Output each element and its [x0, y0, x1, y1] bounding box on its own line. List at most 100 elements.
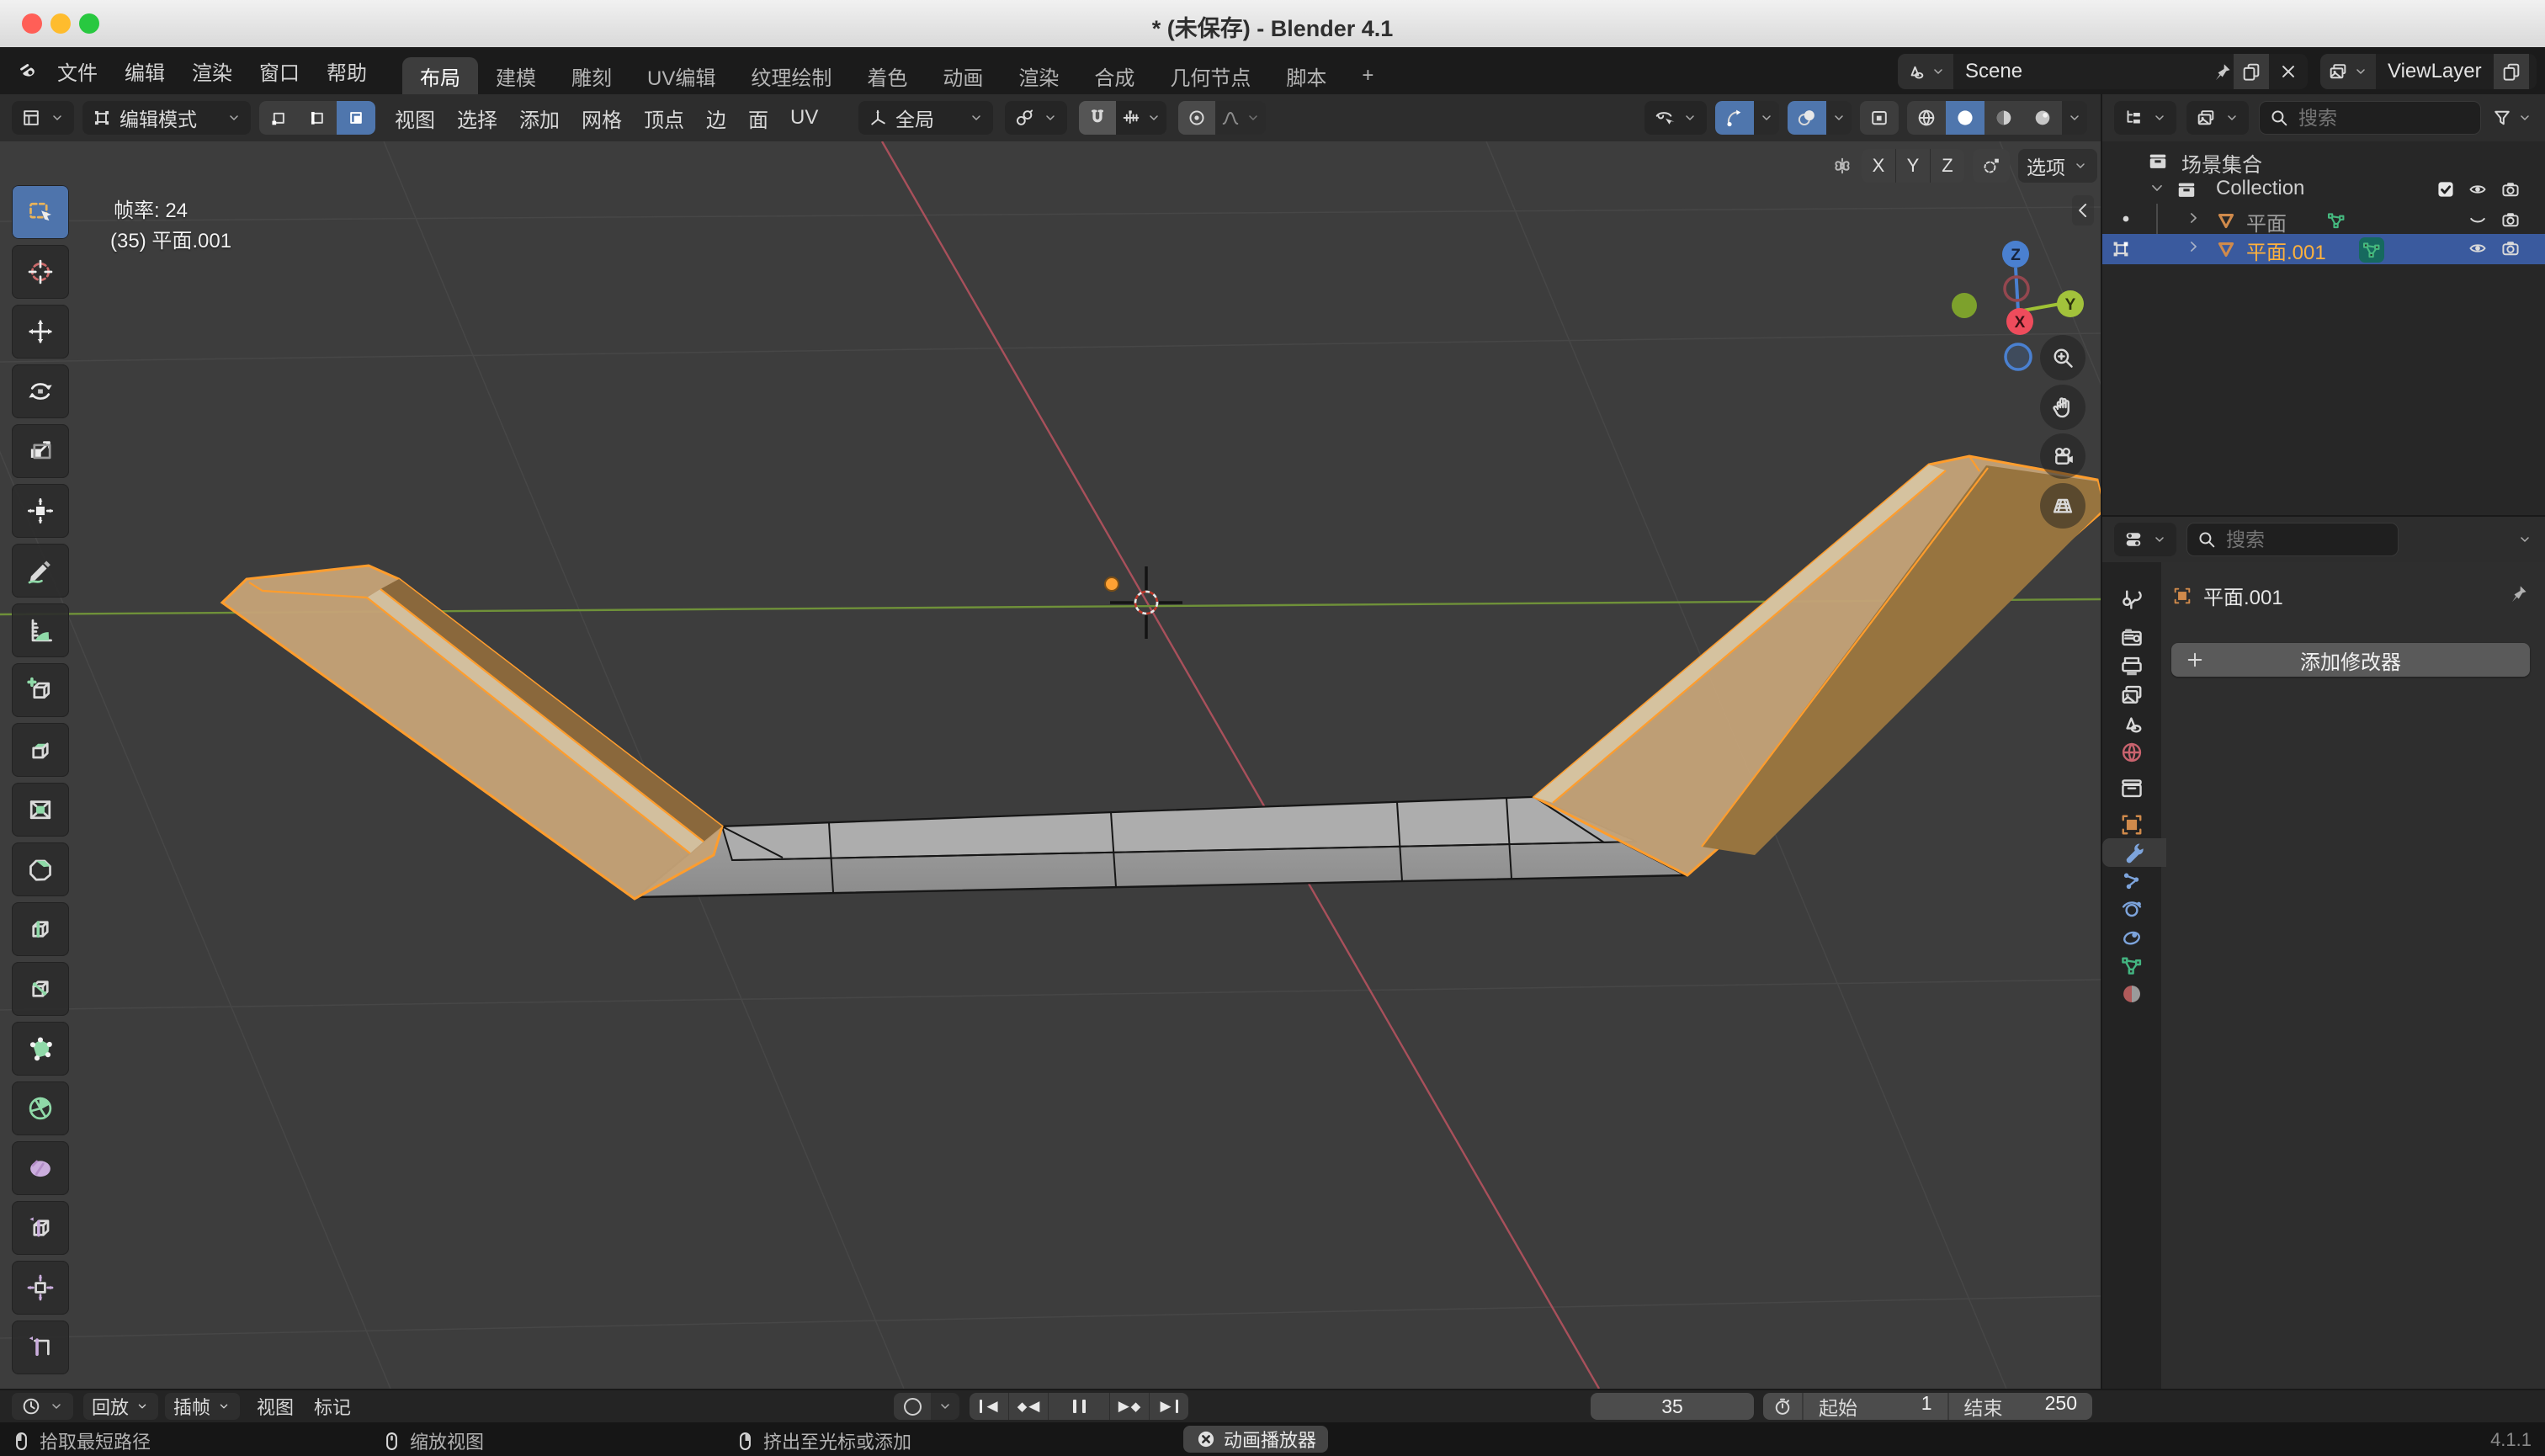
- breadcrumb-object-name[interactable]: 平面.001: [2203, 581, 2283, 610]
- pan-button[interactable]: [2040, 385, 2085, 430]
- outliner-search[interactable]: [2259, 101, 2481, 135]
- workspace-tab-脚本[interactable]: 脚本: [1268, 57, 1344, 94]
- workspace-tab-纹理绘制[interactable]: 纹理绘制: [733, 57, 849, 94]
- current-frame-field[interactable]: 35: [1591, 1393, 1754, 1420]
- copy-scene-icon[interactable]: [2240, 61, 2262, 82]
- mirror-x-button[interactable]: X: [1862, 149, 1896, 183]
- properties-tab-output[interactable]: [2102, 652, 2161, 681]
- viewport-menu-视图[interactable]: 视图: [384, 104, 446, 133]
- properties-tab-physics[interactable]: [2102, 895, 2161, 923]
- properties-tab-object[interactable]: [2102, 810, 2161, 839]
- falloff-dropdown[interactable]: [1215, 101, 1266, 135]
- disclosure-right-icon[interactable]: [2184, 237, 2202, 256]
- outliner-item-label[interactable]: 平面: [2246, 207, 2287, 236]
- measure-tool-button[interactable]: [12, 603, 69, 657]
- mesh-right-wing-selected[interactable]: [1534, 456, 2101, 875]
- mirror-z-button[interactable]: Z: [1931, 149, 1964, 183]
- properties-tab-tool[interactable]: [2102, 586, 2161, 614]
- viewport-menu-网格[interactable]: 网格: [571, 104, 633, 133]
- overlays-dropdown[interactable]: [1826, 101, 1852, 135]
- outliner-item-label[interactable]: 平面.001: [2246, 236, 2326, 265]
- scene-selector[interactable]: Scene: [1898, 54, 2308, 89]
- outliner-editor-type-button[interactable]: [2114, 101, 2176, 135]
- properties-tab-constraints[interactable]: [2102, 922, 2161, 951]
- timeline-editor-type-button[interactable]: [12, 1393, 73, 1420]
- properties-tab-particles[interactable]: [2102, 867, 2161, 895]
- pin-data-icon[interactable]: [2508, 582, 2530, 604]
- outliner-row-平面.001[interactable]: 平面.001: [2102, 234, 2545, 264]
- menu-窗口[interactable]: 窗口: [246, 56, 313, 86]
- smooth-tool-button[interactable]: [12, 1141, 69, 1195]
- properties-tab-scene[interactable]: [2102, 709, 2161, 738]
- snap-toggle-button[interactable]: [1079, 101, 1116, 135]
- outliner-display-mode-button[interactable]: [2186, 101, 2249, 135]
- mesh-left-wing-selected[interactable]: [222, 566, 722, 899]
- workspace-tab-建模[interactable]: 建模: [478, 57, 554, 94]
- viewlayer-selector[interactable]: ViewLayer: [2320, 54, 2537, 89]
- mesh-center-slab[interactable]: [636, 797, 1686, 897]
- disclosure-down-icon[interactable]: [2148, 178, 2166, 197]
- bevel-tool-button[interactable]: [12, 842, 69, 896]
- previous-keyframe-button[interactable]: ◆◀: [1009, 1393, 1049, 1420]
- properties-tab-view-layer[interactable]: [2102, 681, 2161, 709]
- gizmo-negy-axis[interactable]: [1952, 293, 1977, 318]
- workspace-tab-合成[interactable]: 合成: [1076, 57, 1152, 94]
- viewport-menu-UV[interactable]: UV: [779, 106, 829, 130]
- blender-logo-icon[interactable]: [17, 60, 39, 82]
- workspace-tab-动画[interactable]: 动画: [925, 57, 1001, 94]
- knife-tool-button[interactable]: [12, 962, 69, 1016]
- 3d-viewport[interactable]: 帧率: 24 (35) 平面.001 XYZ 选项 Z X Y: [0, 141, 2101, 1389]
- cursor-tool-button[interactable]: [12, 245, 69, 299]
- select-box-tool-button[interactable]: [12, 185, 69, 239]
- chevron-down-icon[interactable]: [2516, 531, 2533, 548]
- extrude-region-tool-button[interactable]: [12, 723, 69, 777]
- menu-帮助[interactable]: 帮助: [313, 56, 380, 86]
- camera-icon[interactable]: [2500, 209, 2521, 231]
- properties-tab-material[interactable]: [2102, 980, 2161, 1008]
- outliner-search-input[interactable]: [2297, 106, 2426, 130]
- mode-dropdown[interactable]: 编辑模式: [82, 101, 251, 135]
- menu-文件[interactable]: 文件: [44, 56, 111, 86]
- camera-icon[interactable]: [2500, 237, 2521, 259]
- viewport-menu-选择[interactable]: 选择: [446, 104, 508, 133]
- eye-icon[interactable]: [2467, 178, 2489, 200]
- shading-dropdown[interactable]: [2062, 101, 2087, 135]
- pivot-point-dropdown[interactable]: [1005, 101, 1067, 135]
- auto-keying-button[interactable]: [894, 1393, 931, 1420]
- animation-player-chip[interactable]: 动画播放器: [1183, 1426, 1328, 1453]
- rendered-shading-button[interactable]: [2023, 101, 2062, 135]
- timeline-menu-插帧[interactable]: 插帧: [165, 1393, 240, 1420]
- viewport-menu-面[interactable]: 面: [737, 104, 779, 133]
- add-workspace-button[interactable]: +: [1344, 57, 1391, 94]
- end-frame-field[interactable]: 结束 250: [1949, 1393, 2093, 1420]
- xray-toggle-button[interactable]: [1860, 101, 1899, 135]
- eye-icon[interactable]: [2467, 237, 2489, 259]
- workspace-tab-UV编辑[interactable]: UV编辑: [630, 57, 733, 94]
- properties-tab-world[interactable]: [2102, 738, 2161, 767]
- workspace-tab-雕刻[interactable]: 雕刻: [554, 57, 630, 94]
- transform-tool-button[interactable]: [12, 484, 69, 538]
- gizmo-dropdown[interactable]: [1754, 101, 1779, 135]
- inset-faces-tool-button[interactable]: [12, 783, 69, 837]
- pause-button[interactable]: [1049, 1393, 1110, 1420]
- checkbox-icon[interactable]: [2435, 178, 2457, 200]
- eye-closed-icon[interactable]: [2467, 209, 2489, 231]
- outliner-row-场景集合[interactable]: 场景集合: [2102, 146, 2545, 175]
- camera-view-button[interactable]: [2040, 433, 2085, 479]
- use-preview-range-button[interactable]: [1763, 1393, 1804, 1420]
- scale-tool-button[interactable]: [12, 424, 69, 478]
- snap-base-button[interactable]: [1973, 149, 2010, 183]
- menu-编辑[interactable]: 编辑: [111, 56, 178, 86]
- rip-region-tool-button[interactable]: [12, 1320, 69, 1374]
- outliner-filter-button[interactable]: [2491, 107, 2533, 129]
- poly-build-tool-button[interactable]: [12, 1022, 69, 1076]
- outliner-row-平面[interactable]: 平面: [2102, 205, 2545, 234]
- show-overlays-button[interactable]: [1788, 101, 1826, 135]
- unlink-scene-icon[interactable]: [2277, 61, 2299, 82]
- options-dropdown[interactable]: 选项: [2018, 149, 2097, 183]
- keying-dropdown[interactable]: [931, 1393, 959, 1420]
- annotate-tool-button[interactable]: [12, 544, 69, 598]
- properties-editor-type-button[interactable]: [2114, 523, 2176, 556]
- editor-type-button[interactable]: [12, 101, 74, 135]
- menu-渲染[interactable]: 渲染: [178, 56, 246, 86]
